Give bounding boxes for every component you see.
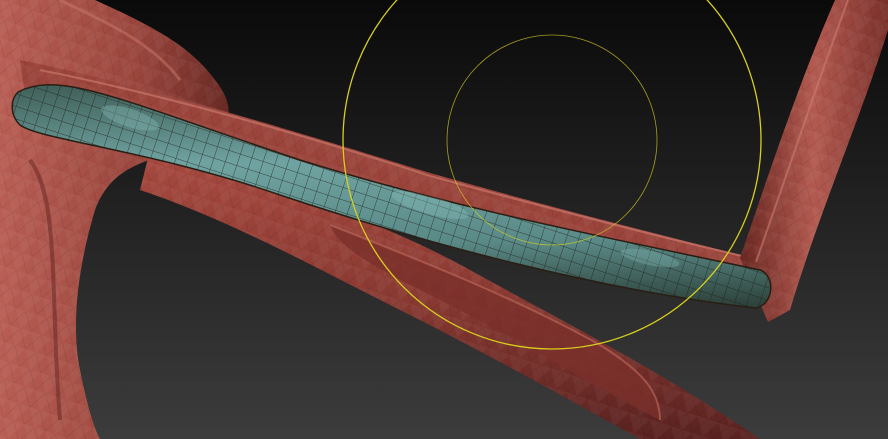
viewport-canvas[interactable]: [0, 0, 888, 439]
sculpt-viewport[interactable]: [0, 0, 888, 439]
